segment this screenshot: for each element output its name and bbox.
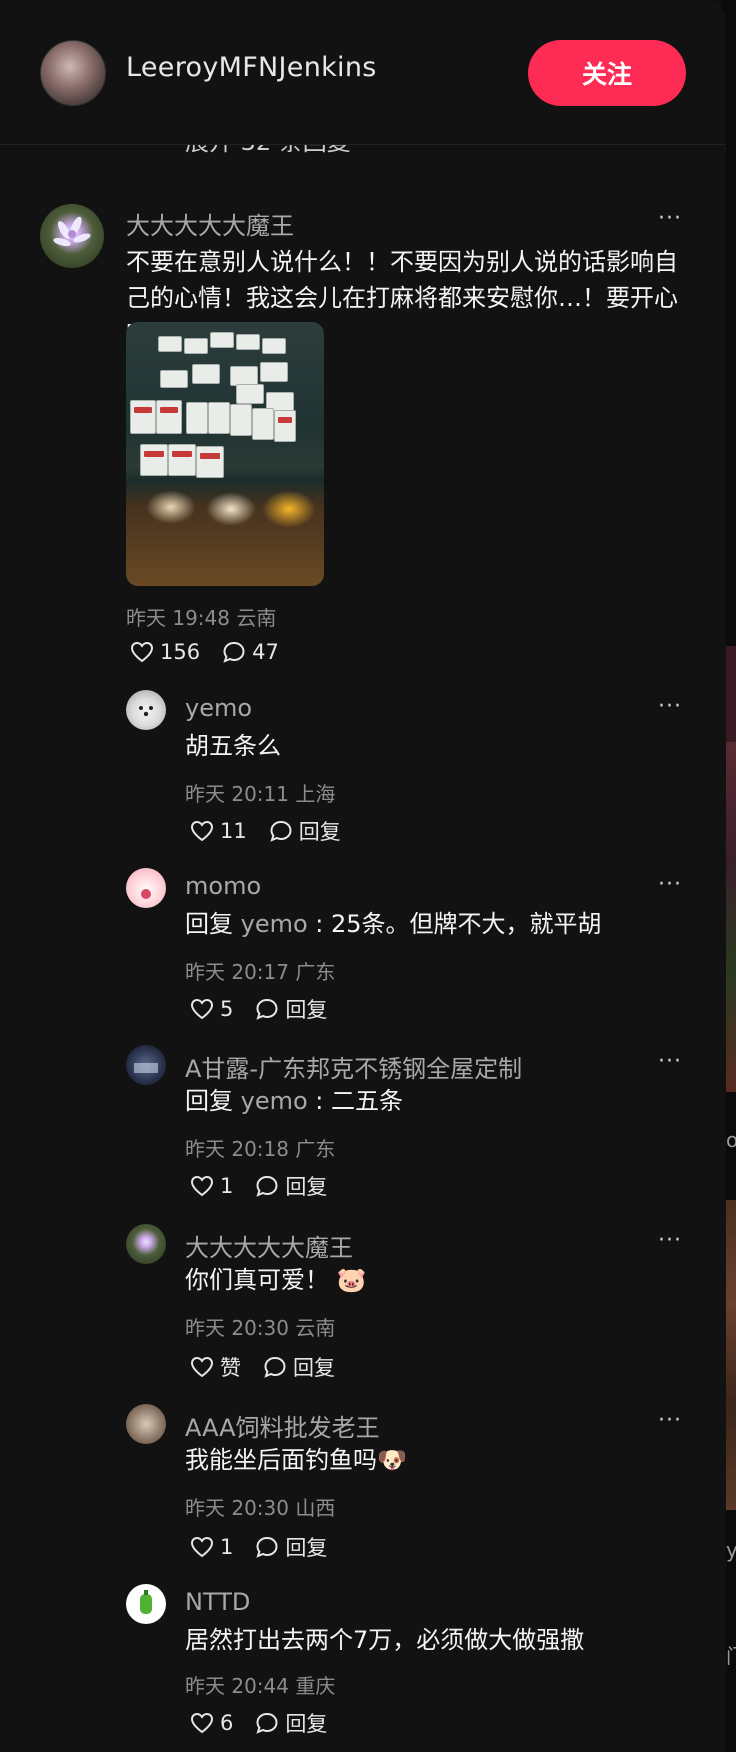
like-button[interactable]: 赞 [190, 1352, 241, 1382]
follow-button[interactable]: 关注 [528, 40, 686, 106]
more-options-icon[interactable]: ··· [658, 1408, 682, 1433]
reply-button[interactable]: 回复 [269, 816, 341, 846]
more-options-icon[interactable]: ··· [658, 1049, 682, 1074]
commenter-name[interactable]: 大大大大大魔王 [185, 1228, 353, 1263]
reply-button[interactable]: 回复 [263, 1352, 335, 1382]
reply-mention[interactable]: yemo [241, 1087, 308, 1115]
commenter-avatar[interactable] [126, 1404, 166, 1444]
like-button[interactable]: 5 [190, 997, 233, 1021]
comment-text: 你们真可爱！ 🐷 [185, 1266, 367, 1294]
pig-emoji-icon: 🐷 [336, 1266, 367, 1294]
heart-icon [190, 1356, 214, 1378]
commenter-avatar[interactable] [126, 868, 166, 908]
reply-label: 回复 [285, 1536, 328, 1560]
comment-bubble-icon [256, 1536, 278, 1558]
reply-count-button[interactable]: 47 [222, 640, 279, 664]
reply-button[interactable]: 回复 [255, 994, 327, 1024]
commenter-name[interactable]: NTTD [185, 1588, 250, 1616]
reply-label: 回复 [293, 1356, 335, 1380]
header-username[interactable]: LeeroyMFNJenkins [126, 52, 377, 83]
commenter-name[interactable]: yemo [185, 694, 252, 722]
heart-icon [190, 1536, 214, 1558]
comment-timestamp: 昨天 20:30 云南 [185, 1316, 336, 1340]
reply-label: 回复 [285, 1175, 328, 1199]
like-count: 5 [220, 997, 234, 1021]
comment-text: 胡五条么 [185, 732, 281, 760]
like-button[interactable]: 1 [190, 1535, 233, 1559]
comment-text: 我能坐后面钓鱼吗🐶 [185, 1446, 407, 1474]
comment-text: 居然打出去两个7万，必须做大做强撒 [185, 1626, 585, 1654]
commenter-name[interactable]: 大大大大大魔王 [126, 206, 294, 241]
comment-timestamp: 昨天 19:48 云南 [126, 606, 277, 630]
side-char: 门 [726, 1640, 736, 1669]
commenter-avatar[interactable] [40, 204, 104, 268]
comment-actions: 赞 回复 [190, 1352, 357, 1382]
like-count: 11 [220, 819, 247, 843]
more-options-icon[interactable]: ··· [658, 694, 682, 719]
reply-button[interactable]: 回复 [255, 1171, 327, 1201]
heart-icon [190, 1712, 214, 1734]
commenter-avatar[interactable] [126, 1584, 166, 1624]
comment-bubble-icon [256, 1712, 278, 1734]
reply-label: 回复 [298, 820, 341, 844]
reply-mention[interactable]: yemo [241, 910, 308, 938]
heart-icon [130, 641, 154, 663]
comment-actions: 156 47 [130, 640, 301, 664]
reply-button[interactable]: 回复 [255, 1532, 327, 1562]
like-count: 156 [160, 640, 201, 664]
comment-bubble-icon [256, 998, 278, 1020]
commenter-name[interactable]: momo [185, 872, 261, 900]
panel-header: LeeroyMFNJenkins 关注 [0, 0, 726, 145]
more-options-icon[interactable]: ··· [658, 206, 682, 231]
comment-actions: 5 回复 [190, 994, 349, 1024]
comment-bubble-icon [256, 1175, 278, 1197]
comment-bubble-icon [270, 820, 292, 842]
heart-icon [190, 1175, 214, 1197]
like-count: 6 [220, 1711, 234, 1735]
comment-actions: 1 回复 [190, 1532, 349, 1562]
commenter-avatar[interactable] [126, 1045, 166, 1085]
reply-label: 回复 [285, 1712, 328, 1736]
heart-icon [190, 998, 214, 1020]
dog-emoji-icon: 🐶 [377, 1446, 407, 1474]
comment-image[interactable] [126, 322, 324, 586]
comment-text: 回复 yemo : 25条。但牌不大，就平胡 [185, 910, 602, 938]
commenter-avatar[interactable] [126, 690, 166, 730]
more-options-icon[interactable]: ··· [658, 1228, 682, 1253]
like-count: 赞 [220, 1356, 241, 1380]
comment-timestamp: 昨天 20:30 山西 [185, 1496, 336, 1520]
comment-timestamp: 昨天 20:44 重庆 [185, 1674, 336, 1698]
comment-count: 47 [252, 640, 279, 664]
comment-timestamp: 昨天 20:18 广东 [185, 1137, 336, 1161]
reply-label: 回复 [285, 998, 328, 1022]
like-count: 1 [220, 1174, 234, 1198]
comment-panel: 展开 32 条回复 LeeroyMFNJenkins 关注 大大大大大魔王 ··… [0, 0, 726, 1752]
comment-timestamp: 昨天 20:11 上海 [185, 782, 336, 806]
commenter-name[interactable]: A甘露-广东邦克不锈钢全屋定制 [185, 1049, 522, 1084]
comment-bubble-icon [223, 641, 245, 663]
comment-bubble-icon [264, 1356, 286, 1378]
reply-button[interactable]: 回复 [255, 1708, 327, 1738]
more-options-icon[interactable]: ··· [658, 872, 682, 897]
heart-icon [190, 820, 214, 842]
comment-actions: 1 回复 [190, 1171, 349, 1201]
comment-timestamp: 昨天 20:17 广东 [185, 960, 336, 984]
user-avatar[interactable] [40, 40, 106, 106]
side-char: o [726, 1128, 736, 1152]
comment-actions: 11 回复 [190, 816, 363, 846]
commenter-avatar[interactable] [126, 1224, 166, 1264]
like-count: 1 [220, 1535, 234, 1559]
like-button[interactable]: 156 [130, 640, 200, 664]
comment-text: 回复 yemo : 二五条 [185, 1087, 404, 1115]
commenter-name[interactable]: AAA饲料批发老王 [185, 1408, 380, 1443]
like-button[interactable]: 6 [190, 1711, 233, 1735]
comment-actions: 6 回复 [190, 1708, 349, 1738]
like-button[interactable]: 1 [190, 1174, 233, 1198]
side-char: y [726, 1538, 736, 1562]
like-button[interactable]: 11 [190, 819, 247, 843]
